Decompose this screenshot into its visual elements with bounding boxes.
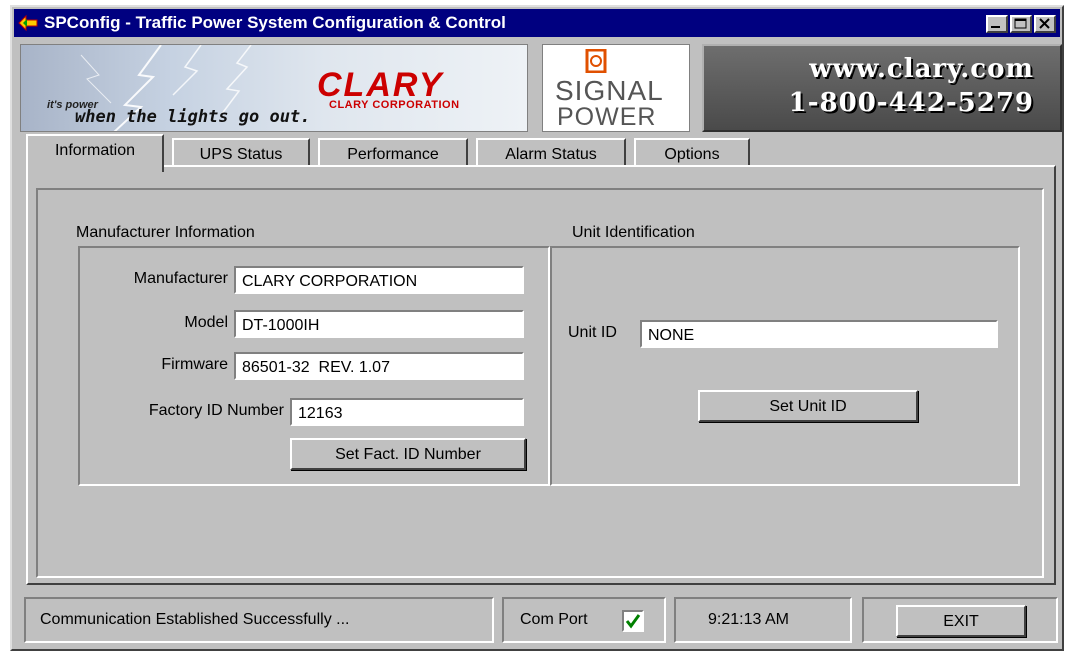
tab-information[interactable]: Information (26, 134, 164, 172)
manufacturer-field[interactable] (234, 266, 524, 294)
title-bar[interactable]: SPConfig - Traffic Power System Configur… (14, 9, 1060, 37)
unit-identification-group-label: Unit Identification (572, 224, 695, 241)
slogan-main: when the lights go out. (75, 107, 311, 127)
traffic-signal-icon (585, 49, 607, 73)
clary-banner: CLARY CLARY CORPORATION it's power when … (20, 44, 528, 132)
maximize-button[interactable] (1010, 15, 1032, 33)
set-factory-id-button[interactable]: Set Fact. ID Number (290, 438, 526, 470)
unit-id-field[interactable] (640, 320, 998, 348)
window-title: SPConfig - Traffic Power System Configur… (44, 13, 506, 32)
com-port-label: Com Port (520, 611, 588, 628)
firmware-label: Firmware (161, 356, 228, 373)
com-port-panel: Com Port (502, 597, 666, 643)
svg-text:CLARY: CLARY (317, 71, 445, 99)
tab-label: Information (54, 142, 136, 159)
exit-button[interactable]: EXIT (896, 605, 1026, 637)
tab-label: Performance (347, 146, 439, 163)
tab-label: Options (664, 146, 720, 163)
tab-label: UPS Status (199, 146, 283, 163)
tab-label: Alarm Status (505, 146, 597, 163)
app-icon (18, 14, 38, 32)
set-unit-id-button[interactable]: Set Unit ID (698, 390, 918, 422)
signal-power-logo: SIGNAL POWER (542, 44, 690, 132)
clary-corporation-text: CLARY CORPORATION (329, 99, 460, 111)
manufacturer-label: Manufacturer (133, 270, 228, 287)
model-label: Model (184, 314, 228, 331)
checkmark-icon (625, 614, 641, 629)
exit-panel: EXIT (862, 597, 1058, 643)
close-button[interactable] (1034, 15, 1056, 33)
status-message: Communication Established Successfully .… (40, 611, 350, 628)
power-text: POWER (557, 103, 657, 131)
manufacturer-group-label: Manufacturer Information (76, 224, 255, 241)
time-panel: 9:21:13 AM (674, 597, 852, 643)
firmware-field[interactable] (234, 352, 524, 380)
clary-logo: CLARY (317, 71, 445, 99)
status-message-panel: Communication Established Successfully .… (24, 597, 494, 643)
model-field[interactable] (234, 310, 524, 338)
app-window: SPConfig - Traffic Power System Configur… (10, 5, 1064, 651)
minimize-icon (991, 26, 1000, 28)
contact-banner: www.clary.com 1-800-442-5279 (702, 44, 1062, 132)
information-page: Manufacturer Information Manufacturer Mo… (36, 188, 1044, 578)
factory-id-label: Factory ID Number (148, 402, 284, 419)
minimize-button[interactable] (986, 15, 1008, 33)
unit-identification-group (550, 246, 1020, 486)
phone-text: 1-800-442-5279 (788, 88, 1034, 118)
close-icon (1039, 18, 1050, 29)
factory-id-field[interactable] (290, 398, 524, 426)
maximize-icon (1014, 18, 1027, 29)
time-display: 9:21:13 AM (708, 611, 789, 628)
website-text: www.clary.com (809, 54, 1034, 84)
unit-id-label: Unit ID (568, 324, 617, 341)
com-port-checkbox[interactable] (622, 610, 644, 632)
